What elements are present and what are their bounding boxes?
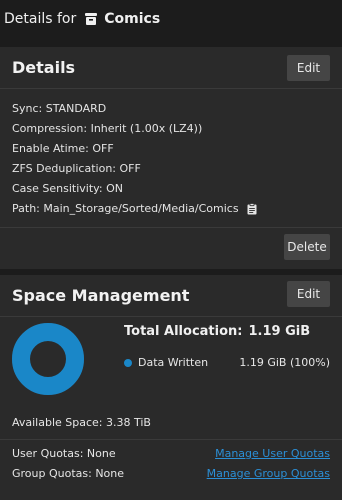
property-path-row: Path: Main_Storage/Sorted/Media/Comics [12,199,257,219]
property-atime: Enable Atime: OFF [12,142,114,155]
group-quotas-row: Group Quotas: None Manage Group Quotas [12,467,330,480]
legend-data-written: Data Written 1.19 GiB (100%) [124,356,330,369]
property-path: Path: Main_Storage/Sorted/Media/Comics [12,202,239,215]
total-allocation: Total Allocation: 1.19 GiB [124,324,310,339]
manage-user-quotas-link[interactable]: Manage User Quotas [215,447,330,460]
delete-dataset-button[interactable]: Delete [284,234,330,260]
space-management-card: Space Management Edit Total Allocation: 1… [0,275,342,500]
user-quotas-row: User Quotas: None Manage User Quotas [12,447,330,460]
space-card-divider [0,439,342,440]
clipboard-icon[interactable] [247,203,257,215]
total-allocation-label: Total Allocation: [124,324,243,339]
group-quotas-value: Group Quotas: None [12,467,125,480]
dataset-icon [84,12,98,26]
edit-space-button[interactable]: Edit [287,281,330,307]
edit-details-button[interactable]: Edit [287,55,330,81]
dataset-name: Comics [104,11,161,27]
details-card: Details Edit Sync: STANDARD Compression:… [0,47,342,269]
allocation-donut-chart [12,323,84,395]
property-compression: Compression: Inherit (1.00x (LZ4)) [12,122,203,135]
details-card-divider [0,227,342,228]
property-case-sensitivity: Case Sensitivity: ON [12,182,123,195]
user-quotas-value: User Quotas: None [12,447,116,460]
legend-label: Data Written [138,356,209,369]
total-allocation-value: 1.19 GiB [248,324,311,339]
donut-slice-data-written [12,323,84,395]
legend-value: 1.19 GiB (100%) [239,356,330,369]
available-space: Available Space: 3.38 TiB [12,416,151,429]
property-deduplication: ZFS Deduplication: OFF [12,162,141,175]
property-sync: Sync: STANDARD [12,102,107,115]
page-header: Details for Comics [0,0,342,38]
details-property-list: Sync: STANDARD Compression: Inherit (1.0… [12,99,257,219]
details-card-title: Details [12,58,76,77]
page-title-prefix: Details for [4,11,77,27]
space-card-title: Space Management [12,286,190,305]
manage-group-quotas-link[interactable]: Manage Group Quotas [207,467,330,480]
legend-dot [124,358,132,367]
